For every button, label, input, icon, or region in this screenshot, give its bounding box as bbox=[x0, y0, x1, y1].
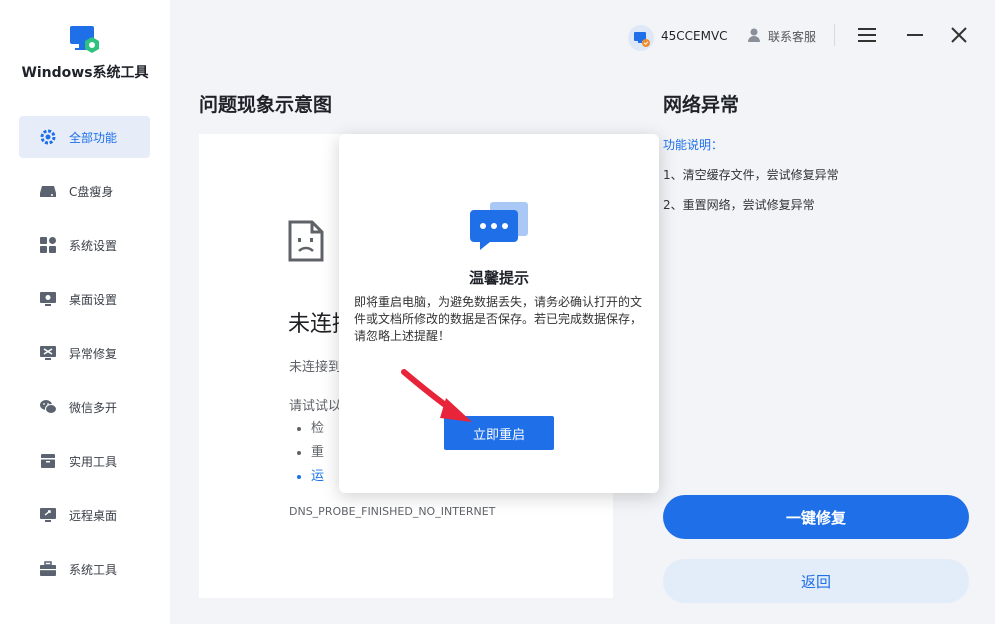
sidebar-item-label: 桌面设置 bbox=[69, 292, 118, 307]
user-avatar[interactable] bbox=[628, 25, 654, 51]
sidebar-item-utilities[interactable]: 实用工具 bbox=[19, 440, 150, 482]
issue-title: 网络异常 bbox=[663, 94, 740, 116]
remote-desktop-icon bbox=[39, 506, 57, 524]
one-click-repair-button[interactable]: 一键修复 bbox=[663, 495, 969, 539]
list-item: 运 bbox=[311, 465, 324, 489]
sidebar: Windows系统工具 全部功能 C盘瘦身 系统设置 桌面设置 异常修复 微信多… bbox=[0, 0, 170, 624]
briefcase-icon bbox=[39, 560, 57, 578]
app-name: Windows系统工具 bbox=[21, 65, 149, 81]
menu-icon[interactable] bbox=[856, 24, 878, 46]
sidebar-nav: 全部功能 C盘瘦身 系统设置 桌面设置 异常修复 微信多开 实用工具 远程桌面 … bbox=[19, 116, 150, 602]
sidebar-item-label: 实用工具 bbox=[69, 454, 118, 469]
sidebar-item-error-repair[interactable]: 异常修复 bbox=[19, 332, 150, 374]
app-logo-icon bbox=[70, 26, 99, 53]
feature-description-item: 1、清空缓存文件，尝试修复异常 bbox=[663, 168, 839, 182]
toolbox-icon bbox=[39, 452, 57, 470]
customer-service-link[interactable]: 联系客服 bbox=[768, 28, 816, 45]
user-name[interactable]: 45CCEMVC bbox=[661, 29, 728, 43]
dialog-message: 即将重启电脑，为避免数据丢失，请务必确认打开的文件或文档所修改的数据是否保存。若… bbox=[354, 295, 643, 343]
customer-service-icon[interactable] bbox=[747, 27, 761, 43]
sidebar-item-system-settings[interactable]: 系统设置 bbox=[19, 224, 150, 266]
sidebar-item-system-tools[interactable]: 系统工具 bbox=[19, 548, 150, 590]
list-item: 重 bbox=[311, 441, 324, 465]
feature-description-heading: 功能说明： bbox=[663, 138, 724, 152]
sidebar-item-c-drive-cleanup[interactable]: C盘瘦身 bbox=[19, 170, 150, 212]
sidebar-item-label: C盘瘦身 bbox=[69, 184, 114, 199]
chat-bubble-icon bbox=[470, 202, 528, 250]
top-bar: 45CCEMVC 联系客服 bbox=[170, 0, 995, 70]
gear-icon bbox=[39, 128, 57, 146]
sidebar-item-desktop-settings[interactable]: 桌面设置 bbox=[19, 278, 150, 320]
sidebar-item-label: 微信多开 bbox=[69, 400, 118, 415]
problem-illustration-title: 问题现象示意图 bbox=[199, 94, 333, 116]
minimize-icon[interactable] bbox=[904, 24, 926, 46]
restart-reminder-dialog: 温馨提示 即将重启电脑，为避免数据丢失，请务必确认打开的文件或文档所修改的数据是… bbox=[339, 134, 659, 493]
demo-error-subtitle: 未连接到 bbox=[289, 360, 342, 375]
demo-suggestion-list: 检 重 运 bbox=[311, 417, 324, 489]
sad-document-icon bbox=[288, 220, 324, 262]
grid-icon bbox=[39, 236, 57, 254]
sidebar-item-label: 远程桌面 bbox=[69, 508, 118, 523]
demo-error-code: DNS_PROBE_FINISHED_NO_INTERNET bbox=[289, 505, 496, 518]
sidebar-item-remote-desktop[interactable]: 远程桌面 bbox=[19, 494, 150, 536]
sidebar-item-label: 系统工具 bbox=[69, 562, 118, 577]
wechat-icon bbox=[39, 398, 57, 416]
list-item: 检 bbox=[311, 417, 324, 441]
monitor-gear-icon bbox=[39, 290, 57, 308]
demo-try-text: 请试试以 bbox=[289, 399, 342, 414]
back-button[interactable]: 返回 bbox=[663, 559, 969, 603]
sidebar-item-wechat-multi[interactable]: 微信多开 bbox=[19, 386, 150, 428]
toolbar-divider bbox=[834, 24, 835, 46]
sidebar-item-label: 系统设置 bbox=[69, 238, 118, 253]
dialog-title: 温馨提示 bbox=[468, 269, 529, 287]
pointer-arrow-icon bbox=[401, 369, 472, 422]
repair-icon bbox=[39, 344, 57, 362]
close-icon[interactable] bbox=[948, 24, 970, 46]
disk-icon bbox=[39, 182, 57, 200]
feature-description-item: 2、重置网络，尝试修复异常 bbox=[663, 198, 815, 212]
sidebar-item-label: 全部功能 bbox=[69, 130, 118, 145]
sidebar-item-label: 异常修复 bbox=[69, 346, 118, 361]
user-device-icon bbox=[634, 32, 650, 47]
sidebar-item-all-features[interactable]: 全部功能 bbox=[19, 116, 150, 158]
